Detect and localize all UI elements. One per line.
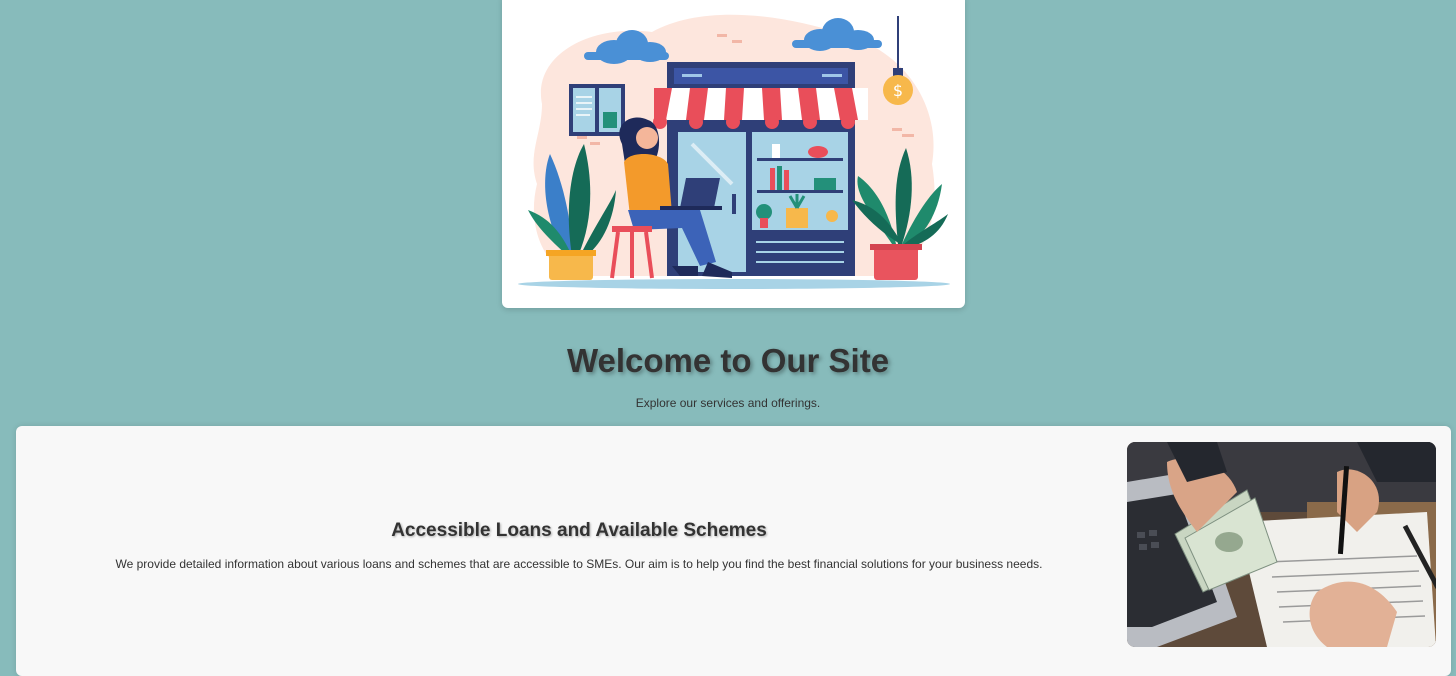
money-handover-photo xyxy=(1127,442,1436,647)
section-heading: Accessible Loans and Available Schemes xyxy=(391,520,767,541)
hero-illustration-card: $ xyxy=(502,0,965,308)
loans-section-card: Accessible Loans and Available Schemes W… xyxy=(16,426,1451,676)
shop-illustration: $ xyxy=(518,14,950,289)
page-title: Welcome to Our Site xyxy=(566,342,890,379)
section-description: We provide detailed information about va… xyxy=(115,557,1043,571)
dollar-sign-icon: $ xyxy=(893,81,903,100)
page-subtitle: Explore our services and offerings. xyxy=(635,396,821,410)
